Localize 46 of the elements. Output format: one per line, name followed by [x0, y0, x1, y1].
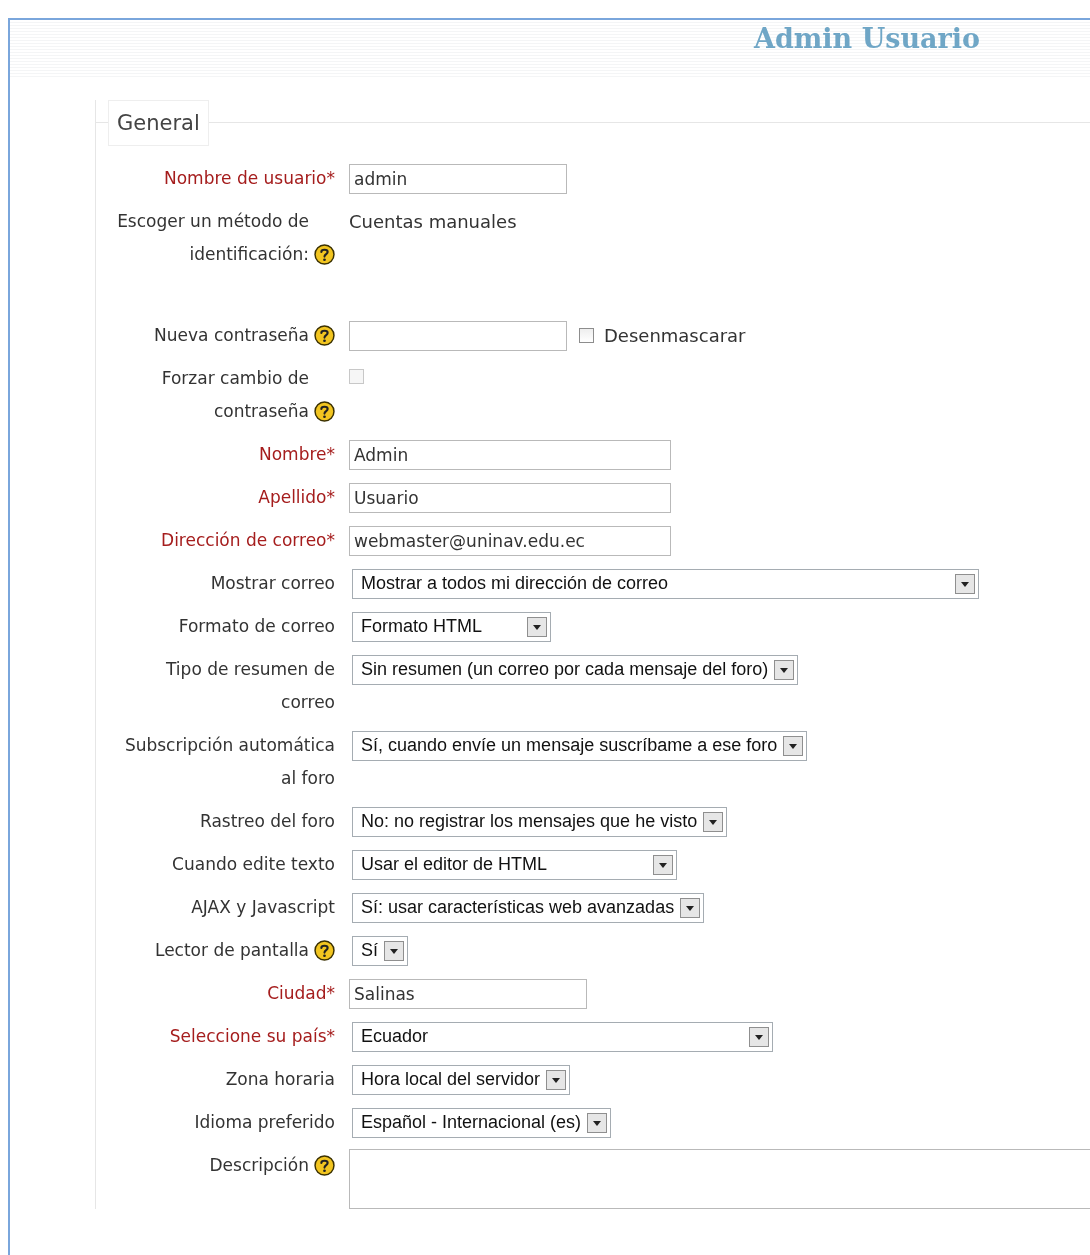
dropdown[interactable]: No: no registrar los mensajes que he visto — [352, 806, 728, 837]
text-field[interactable]: webmaster@uninav.edu.ec — [349, 525, 671, 556]
page-title: Admin Usuario — [753, 22, 980, 56]
checkbox-label: Desenmascarar — [604, 325, 746, 346]
field-label: Subscripción automática al foro — [123, 734, 335, 790]
help-icon[interactable] — [314, 1155, 335, 1176]
dropdown[interactable]: Español - Internacional (es) — [352, 1107, 612, 1138]
dropdown[interactable]: Ecuador — [352, 1021, 773, 1052]
dropdown[interactable]: Hora local del servidor — [352, 1064, 571, 1095]
text-field[interactable]: admin — [349, 163, 567, 194]
field-label: Tipo de resumen de correo — [165, 658, 335, 714]
field-label: Formato de correo — [178, 615, 335, 638]
field-label: Nueva contraseña — [154, 324, 309, 347]
field-value: Cuentas manuales — [349, 210, 517, 234]
dropdown[interactable]: Sí, cuando envíe un mensaje suscríbame a ese foro — [352, 730, 808, 761]
text-field[interactable]: Salinas — [349, 978, 587, 1009]
field-label: Seleccione su país* — [169, 1025, 335, 1048]
help-icon[interactable] — [314, 325, 335, 346]
dropdown[interactable]: Mostrar a todos mi dirección de correo — [352, 568, 979, 599]
field-label: Lector de pantalla — [154, 939, 309, 962]
dropdown[interactable]: Sí — [352, 935, 408, 966]
dropdown[interactable]: Sí: usar características web avanzadas — [352, 892, 705, 923]
field-label: Ciudad* — [267, 982, 335, 1005]
field-label: Dirección de correo* — [161, 529, 335, 552]
dropdown[interactable]: Usar el editor de HTML — [352, 849, 677, 880]
checkbox[interactable] — [579, 328, 594, 343]
text-field[interactable] — [349, 320, 567, 351]
field-label: Nombre* — [258, 443, 335, 466]
field-label: AJAX y Javascript — [191, 896, 335, 919]
field-label: Forzar cambio de contraseña — [160, 367, 309, 423]
field-label: Descripción — [209, 1154, 309, 1177]
field-label: Nombre de usuario* — [163, 167, 335, 190]
field-label: Cuando edite texto — [172, 853, 335, 876]
dropdown[interactable]: Formato HTML — [352, 611, 551, 642]
text-field[interactable]: Admin — [349, 439, 671, 470]
fieldset-legend: General — [108, 100, 209, 146]
help-icon[interactable] — [314, 940, 335, 961]
field-label: Rastreo del foro — [199, 810, 335, 833]
field-label: Escoger un método de identificación: — [116, 210, 309, 266]
help-icon[interactable] — [314, 244, 335, 265]
dropdown[interactable]: Sin resumen (un correo por cada mensaje del foro) — [352, 654, 799, 685]
text-field[interactable]: Usuario — [349, 482, 671, 513]
field-label: Mostrar correo — [210, 572, 335, 595]
field-label: Idioma preferido — [194, 1111, 335, 1134]
field-label: Apellido* — [258, 486, 335, 509]
field-label: Zona horaria — [225, 1068, 335, 1091]
